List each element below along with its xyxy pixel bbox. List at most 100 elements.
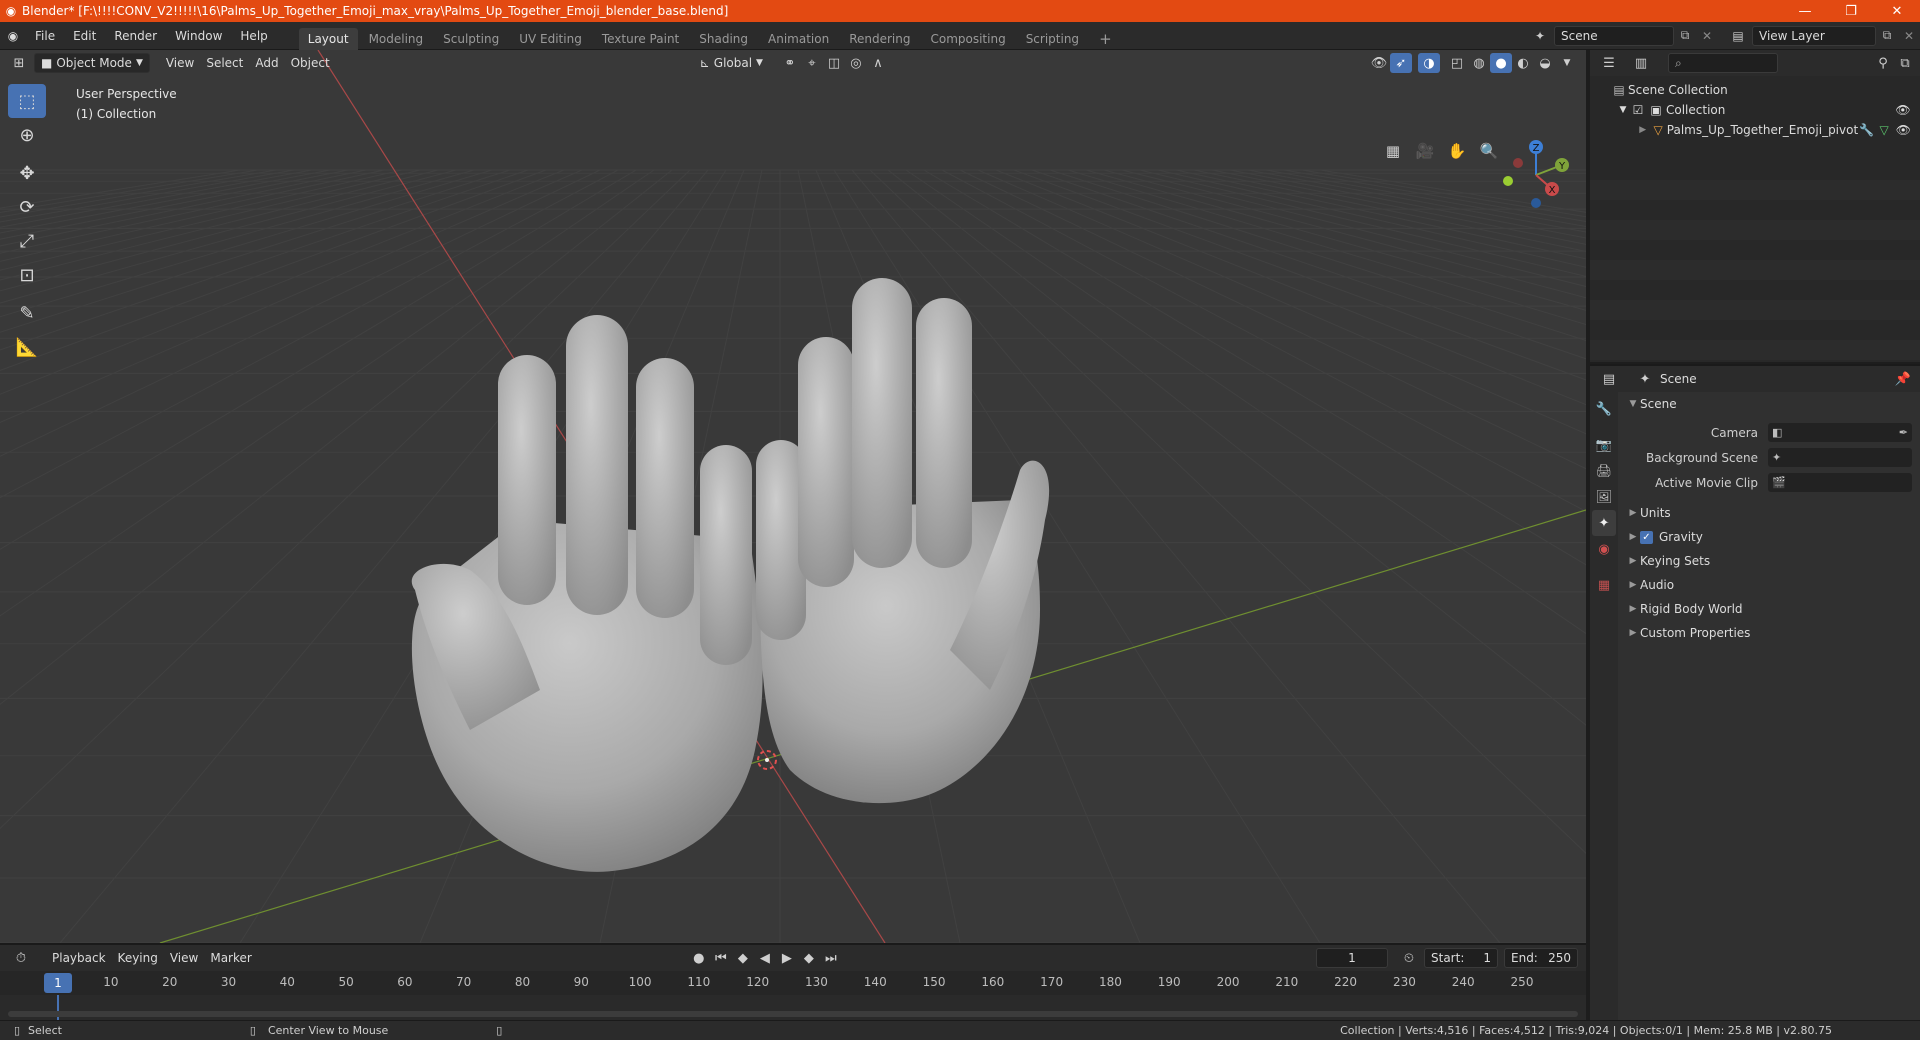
menu-help[interactable]: Help — [231, 22, 276, 50]
visibility-eye-icon[interactable]: 👁 — [1892, 103, 1914, 117]
mesh-data-icon[interactable]: ▽ — [1876, 123, 1893, 137]
3d-viewport[interactable]: ⊞ ■ Object Mode ▼ View Select Add Object… — [0, 50, 1586, 943]
navigation-gizmo[interactable]: Z Y X — [1496, 135, 1576, 215]
active-movie-clip-field[interactable]: 🎬 — [1768, 473, 1912, 492]
scene-selector[interactable]: Scene — [1554, 25, 1674, 46]
audio-panel-header[interactable]: ▶ Audio — [1618, 573, 1920, 597]
timeline-ruler[interactable]: 1 10 20 30 40 50 60 70 80 90 100 110 120 130 140 150 16… — [0, 971, 1586, 995]
record-keyframe-icon[interactable]: ● — [688, 948, 710, 968]
current-frame-field[interactable]: 1 — [1316, 948, 1388, 968]
view-layer-tab-icon[interactable]: 🖼 — [1592, 484, 1616, 510]
timeline-editor-type-icon[interactable]: ⏱ — [10, 948, 32, 968]
editor-type-icon[interactable]: ⊞ — [8, 53, 30, 73]
new-collection-icon[interactable]: ⧉ — [1894, 53, 1916, 73]
exclude-checkbox-icon[interactable]: ☑ — [1630, 103, 1646, 117]
outliner-search-input[interactable]: ⌕ — [1668, 53, 1778, 73]
pan-view-icon[interactable]: ✋ — [1444, 138, 1470, 164]
visibility-icon[interactable]: 👁 — [1368, 53, 1390, 73]
outliner-editor-type-icon[interactable]: ☰ — [1598, 53, 1620, 73]
transform-orientation-dropdown[interactable]: ⊾ Global ▼ — [694, 53, 769, 73]
menu-file[interactable]: File — [26, 22, 64, 50]
preview-range-icon[interactable]: ⏲ — [1398, 948, 1420, 968]
play-icon[interactable]: ▶ — [776, 948, 798, 968]
texture-tab-icon[interactable]: ▦ — [1592, 572, 1616, 598]
pivot-point-icon[interactable]: ⚭ — [779, 53, 801, 73]
scene-panel-header[interactable]: ▼ Scene — [1618, 392, 1920, 416]
timeline-menu-playback[interactable]: Playback — [46, 948, 112, 968]
scene-tab-icon[interactable]: ✦ — [1592, 510, 1616, 536]
pin-icon[interactable]: 📌 — [1892, 369, 1914, 389]
solid-shading-icon[interactable]: ● — [1490, 53, 1512, 73]
filter-icon[interactable]: ⚲ — [1872, 53, 1894, 73]
timeline-menu-marker[interactable]: Marker — [204, 948, 257, 968]
tab-animation[interactable]: Animation — [759, 28, 838, 50]
tab-rendering[interactable]: Rendering — [840, 28, 919, 50]
viewport-menu-add[interactable]: Add — [249, 53, 284, 73]
close-button[interactable]: ✕ — [1874, 0, 1920, 22]
viewport-menu-view[interactable]: View — [160, 53, 200, 73]
background-scene-field[interactable]: ✦ — [1768, 448, 1912, 467]
falloff-icon[interactable]: ∧ — [867, 53, 889, 73]
viewport-menu-object[interactable]: Object — [285, 53, 336, 73]
jump-to-keyframe-forward-icon[interactable]: ◆ — [798, 948, 820, 968]
snap-icon[interactable]: ⌖ — [801, 53, 823, 73]
wireframe-shading-icon[interactable]: ◍ — [1468, 53, 1490, 73]
timeline-track-area[interactable] — [0, 995, 1586, 1020]
tab-compositing[interactable]: Compositing — [921, 28, 1014, 50]
outliner-row-collection[interactable]: ▼ ☑ ▣ Collection 👁 — [1590, 100, 1920, 120]
units-panel-header[interactable]: ▶ Units — [1618, 501, 1920, 525]
select-box-tool[interactable]: ⬚ — [8, 84, 46, 118]
rigid-body-world-panel-header[interactable]: ▶ Rigid Body World — [1618, 597, 1920, 621]
tab-texture-paint[interactable]: Texture Paint — [593, 28, 688, 50]
shading-options-chevron-icon[interactable]: ▼ — [1556, 53, 1578, 73]
tool-tab-icon[interactable]: 🔧 — [1592, 396, 1616, 422]
gizmo-toggle-icon[interactable]: ➶ — [1390, 53, 1412, 73]
move-tool[interactable]: ✥ — [8, 156, 46, 190]
custom-properties-panel-header[interactable]: ▶ Custom Properties — [1618, 621, 1920, 645]
gravity-panel-header[interactable]: ▶ ✓ Gravity — [1618, 525, 1920, 549]
expand-triangle-icon[interactable]: ▼ — [1616, 105, 1630, 115]
rotate-tool[interactable]: ⟳ — [8, 190, 46, 224]
current-frame-indicator[interactable]: 1 — [44, 973, 72, 993]
annotate-tool[interactable]: ✎ — [8, 296, 46, 330]
end-frame-field[interactable]: End: 250 — [1504, 948, 1578, 968]
minimize-button[interactable]: — — [1782, 0, 1828, 22]
tab-sculpting[interactable]: Sculpting — [434, 28, 508, 50]
modifier-wrench-icon[interactable]: 🔧 — [1858, 123, 1875, 137]
cursor-tool[interactable]: ⊕ — [8, 118, 46, 152]
new-scene-icon[interactable]: ⧉ — [1674, 28, 1696, 43]
start-frame-field[interactable]: Start: 1 — [1424, 948, 1498, 968]
new-view-layer-icon[interactable]: ⧉ — [1876, 28, 1898, 43]
object-mode-dropdown[interactable]: ■ Object Mode ▼ — [34, 53, 150, 73]
snap-target-icon[interactable]: ◫ — [823, 53, 845, 73]
gravity-checkbox[interactable]: ✓ — [1640, 530, 1653, 544]
menu-render[interactable]: Render — [105, 22, 166, 50]
material-shading-icon[interactable]: ◐ — [1512, 53, 1534, 73]
outliner-row-object[interactable]: ▶ ▽ Palms_Up_Together_Emoji_pivot 🔧 ▽ 👁 — [1590, 120, 1920, 140]
proportional-edit-icon[interactable]: ◎ — [845, 53, 867, 73]
visibility-eye-icon[interactable]: 👁 — [1893, 123, 1914, 137]
maximize-button[interactable]: ❐ — [1828, 0, 1874, 22]
world-tab-icon[interactable]: ◉ — [1592, 536, 1616, 562]
tab-scripting[interactable]: Scripting — [1017, 28, 1088, 50]
viewport-menu-select[interactable]: Select — [200, 53, 249, 73]
properties-editor-type-icon[interactable]: ▤ — [1598, 369, 1620, 389]
eyedropper-icon[interactable]: ✒ — [1899, 426, 1908, 439]
view-layer-icon[interactable]: ▤ — [1724, 29, 1752, 43]
overlay-toggle-icon[interactable]: ◑ — [1418, 53, 1440, 73]
expand-triangle-icon[interactable]: ▶ — [1636, 125, 1649, 135]
view-layer-selector[interactable]: View Layer — [1752, 25, 1876, 46]
scale-tool[interactable]: ⤢ — [8, 224, 46, 258]
menu-window[interactable]: Window — [166, 22, 231, 50]
timeline-menu-keying[interactable]: Keying — [112, 948, 164, 968]
play-reverse-icon[interactable]: ◀ — [754, 948, 776, 968]
xray-toggle-icon[interactable]: ◰ — [1446, 53, 1468, 73]
jump-to-end-icon[interactable]: ⏭ — [820, 948, 842, 968]
blender-menu-icon[interactable]: ◉ — [0, 29, 26, 43]
keying-sets-panel-header[interactable]: ▶ Keying Sets — [1618, 549, 1920, 573]
render-tab-icon[interactable]: 📷 — [1592, 432, 1616, 458]
rendered-shading-icon[interactable]: ◒ — [1534, 53, 1556, 73]
jump-to-start-icon[interactable]: ⏮ — [710, 948, 732, 968]
outliner-row-scene-collection[interactable]: ▤ Scene Collection — [1590, 80, 1920, 100]
toggle-camera-grid-icon[interactable]: ▦ — [1380, 138, 1406, 164]
